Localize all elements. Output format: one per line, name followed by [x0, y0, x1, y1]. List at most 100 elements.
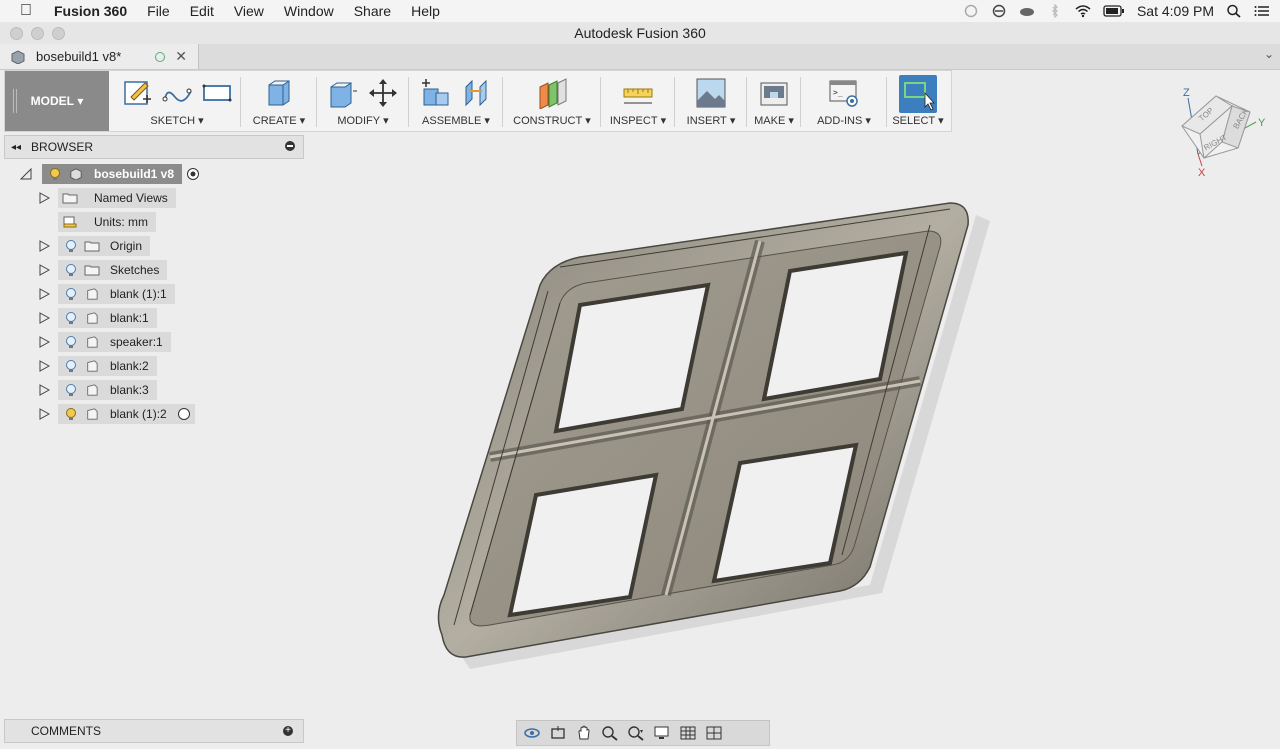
component-node[interactable]: speaker:1: [58, 332, 171, 352]
folder-icon: [84, 241, 100, 252]
tree-item-label: Named Views: [94, 191, 168, 205]
visibility-bulb-icon[interactable]: [64, 239, 78, 253]
insert-image-icon[interactable]: [695, 77, 727, 109]
tree-root-node[interactable]: bosebuild1 v8: [42, 164, 183, 184]
notification-center-icon[interactable]: [1254, 4, 1270, 18]
tree-root-row: bosebuild1 v8: [20, 163, 200, 185]
visibility-bulb-icon[interactable]: [64, 359, 78, 373]
menu-window[interactable]: Window: [284, 3, 334, 19]
workspace-switcher[interactable]: MODEL ▾: [5, 71, 109, 131]
close-tab-icon[interactable]: ✕: [175, 48, 187, 65]
component-node[interactable]: blank:1: [58, 308, 157, 328]
pan-hand-icon[interactable]: [575, 725, 593, 741]
activate-component-icon[interactable]: [177, 407, 191, 421]
add-ins-menu[interactable]: ADD-INS ▾: [801, 114, 887, 127]
visibility-bulb-icon[interactable]: [64, 311, 78, 325]
offset-plane-icon[interactable]: [536, 77, 568, 109]
rectangle-tool-icon[interactable]: [201, 77, 233, 109]
menu-edit[interactable]: Edit: [190, 3, 214, 19]
tree-item-named-views: Named Views: [38, 187, 176, 209]
document-tab[interactable]: bosebuild1 v8* ✕: [0, 44, 199, 69]
do-not-disturb-icon[interactable]: [991, 4, 1007, 18]
visibility-bulb-icon[interactable]: [64, 383, 78, 397]
menu-view[interactable]: View: [234, 3, 264, 19]
3d-model-grille[interactable]: [430, 195, 990, 675]
activate-component-icon[interactable]: [186, 167, 200, 181]
construct-menu[interactable]: CONSTRUCT ▾: [503, 114, 601, 127]
display-settings-icon[interactable]: [653, 725, 671, 741]
component-node[interactable]: blank:3: [58, 380, 157, 400]
search-icon[interactable]: [1226, 4, 1242, 18]
cloud-icon[interactable]: [1019, 4, 1035, 18]
inspect-menu[interactable]: INSPECT ▾: [601, 114, 675, 127]
collapsed-triangle-icon[interactable]: [38, 336, 50, 348]
insert-group: INSERT ▾: [675, 71, 747, 131]
sketch-menu[interactable]: SKETCH ▾: [113, 114, 241, 127]
modify-menu[interactable]: MODIFY ▾: [317, 114, 409, 127]
named-views-node[interactable]: Named Views: [58, 188, 176, 208]
collapsed-triangle-icon[interactable]: [38, 192, 50, 204]
expanded-triangle-icon[interactable]: [20, 168, 32, 180]
measure-icon[interactable]: [622, 77, 654, 109]
visibility-bulb-icon[interactable]: [64, 407, 78, 421]
visibility-bulb-icon[interactable]: [64, 287, 78, 301]
collapsed-triangle-icon[interactable]: [38, 312, 50, 324]
collapsed-triangle-icon[interactable]: [38, 288, 50, 300]
collapsed-triangle-icon[interactable]: [38, 264, 50, 276]
move-icon[interactable]: [367, 77, 399, 109]
extrude-icon[interactable]: [263, 77, 295, 109]
folder-icon: [84, 265, 100, 276]
collapse-browser-icon[interactable]: ◂◂: [11, 142, 21, 153]
units-node[interactable]: Units: mm: [58, 212, 156, 232]
sync-icon[interactable]: [963, 4, 979, 18]
visibility-bulb-icon[interactable]: [64, 335, 78, 349]
origin-node[interactable]: Origin: [58, 236, 151, 256]
select-tool-icon[interactable]: [899, 75, 937, 113]
wifi-icon[interactable]: [1075, 4, 1091, 18]
menubar-clock[interactable]: Sat 4:09 PM: [1137, 3, 1214, 19]
menu-help[interactable]: Help: [411, 3, 440, 19]
browser-minimize-icon[interactable]: [285, 141, 295, 151]
joint-icon[interactable]: [460, 77, 492, 109]
grid-settings-icon[interactable]: [679, 725, 697, 741]
look-at-icon[interactable]: [549, 725, 567, 741]
app-menu[interactable]: Fusion 360: [54, 3, 127, 19]
component-node[interactable]: blank (1):1: [58, 284, 175, 304]
new-component-icon[interactable]: [420, 77, 452, 109]
create-sketch-icon[interactable]: [121, 77, 153, 109]
menu-share[interactable]: Share: [354, 3, 391, 19]
component-node[interactable]: blank:2: [58, 356, 157, 376]
tree-item-label: blank:1: [110, 311, 149, 325]
tab-overflow-chevron-icon[interactable]: ⌄: [1264, 47, 1274, 61]
scripts-add-ins-icon[interactable]: >_: [828, 77, 860, 109]
collapsed-triangle-icon[interactable]: [38, 240, 50, 252]
add-comment-icon[interactable]: +: [283, 726, 293, 736]
collapsed-triangle-icon[interactable]: [38, 408, 50, 420]
viewports-icon[interactable]: [705, 725, 723, 741]
3d-print-icon[interactable]: [758, 77, 790, 109]
create-menu[interactable]: CREATE ▾: [241, 114, 317, 127]
bluetooth-icon[interactable]: [1047, 4, 1063, 18]
collapsed-triangle-icon[interactable]: [38, 360, 50, 372]
menu-file[interactable]: File: [147, 3, 170, 19]
visibility-bulb-icon[interactable]: [64, 263, 78, 277]
fit-zoom-icon[interactable]: ▾: [627, 725, 645, 741]
press-pull-icon[interactable]: [327, 77, 359, 109]
battery-icon[interactable]: [1103, 4, 1125, 18]
component-node[interactable]: blank (1):2: [58, 404, 195, 424]
viewcube[interactable]: Z X Y TOP BACK RIGHT: [1176, 82, 1266, 182]
insert-menu[interactable]: INSERT ▾: [675, 114, 747, 127]
sketches-node[interactable]: Sketches: [58, 260, 168, 280]
select-menu[interactable]: SELECT ▾: [887, 114, 949, 127]
make-menu[interactable]: MAKE ▾: [747, 114, 801, 127]
collapsed-triangle-icon[interactable]: [38, 384, 50, 396]
minimize-window-button[interactable]: [31, 27, 44, 40]
line-tool-icon[interactable]: [161, 77, 193, 109]
visibility-bulb-icon[interactable]: [48, 167, 62, 181]
close-window-button[interactable]: [10, 27, 23, 40]
assemble-menu[interactable]: ASSEMBLE ▾: [409, 114, 503, 127]
zoom-icon[interactable]: [601, 725, 619, 741]
apple-icon[interactable]: : [20, 2, 40, 20]
zoom-window-button[interactable]: [52, 27, 65, 40]
orbit-icon[interactable]: [523, 725, 541, 741]
